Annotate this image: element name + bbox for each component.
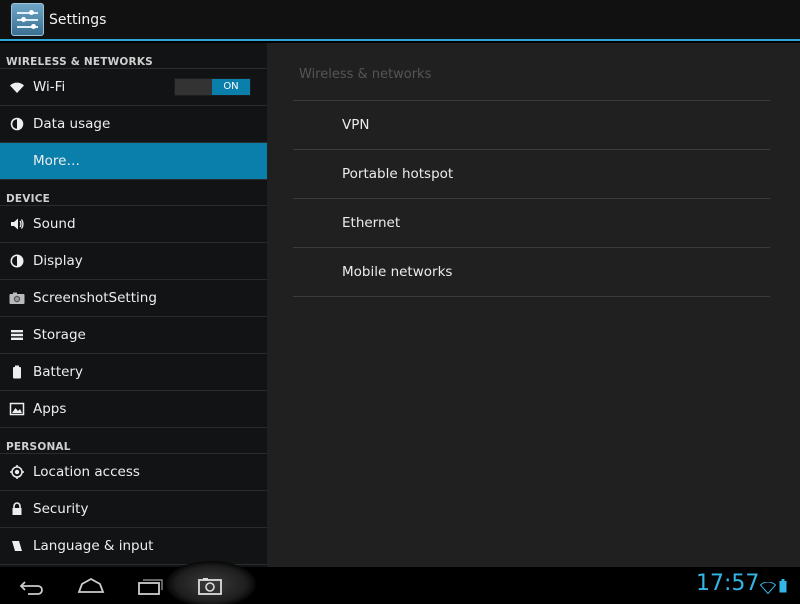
sidebar-item-label: Wi-Fi bbox=[33, 79, 66, 95]
clock: 17:57 bbox=[696, 571, 760, 596]
content-section-header: Wireless & networks bbox=[299, 67, 432, 82]
sidebar-item-data-usage[interactable]: Data usage bbox=[0, 106, 267, 143]
sidebar-item-label: Language & input bbox=[33, 538, 154, 554]
home-icon[interactable] bbox=[74, 567, 108, 604]
page-title: Settings bbox=[49, 11, 107, 28]
action-bar: Settings bbox=[0, 0, 800, 41]
sidebar-item-label: Battery bbox=[33, 364, 83, 380]
sidebar-item-label: Data usage bbox=[33, 116, 111, 132]
list-item-ethernet[interactable]: Ethernet bbox=[293, 199, 770, 248]
storage-icon bbox=[0, 317, 33, 354]
sidebar-item-storage[interactable]: Storage bbox=[0, 317, 267, 354]
sidebar-item-label: Location access bbox=[33, 464, 140, 480]
sidebar-item-label: Apps bbox=[33, 401, 67, 417]
wifi-status-icon bbox=[759, 579, 777, 598]
data-usage-icon bbox=[0, 106, 33, 143]
settings-app-icon[interactable] bbox=[11, 3, 44, 36]
sidebar-item-label: Sound bbox=[33, 216, 76, 232]
wifi-toggle-state: ON bbox=[212, 79, 250, 95]
back-icon[interactable] bbox=[14, 567, 48, 604]
content-pane: Wireless & networks VPN Portable hotspot… bbox=[267, 43, 800, 567]
battery-status-icon bbox=[779, 578, 787, 597]
list-item-vpn[interactable]: VPN bbox=[293, 101, 770, 150]
sidebar-item-more[interactable]: More… bbox=[0, 143, 267, 180]
sidebar-item-location-access[interactable]: Location access bbox=[0, 454, 267, 491]
recent-apps-icon[interactable] bbox=[134, 567, 168, 604]
sidebar-item-screenshot-setting[interactable]: ScreenshotSetting bbox=[0, 280, 267, 317]
section-header-wireless: WIRELESS & NETWORKS bbox=[0, 43, 267, 69]
location-icon bbox=[0, 454, 33, 491]
sidebar-item-wifi[interactable]: Wi-Fi ON bbox=[0, 69, 267, 106]
sidebar-item-label: ScreenshotSetting bbox=[33, 290, 157, 306]
settings-list: VPN Portable hotspot Ethernet Mobile net… bbox=[293, 100, 770, 297]
sound-icon bbox=[0, 206, 33, 243]
sidebar-item-apps[interactable]: Apps bbox=[0, 391, 267, 428]
sidebar-item-label: More… bbox=[33, 153, 80, 169]
settings-sidebar: WIRELESS & NETWORKS Wi-Fi ON Data usage … bbox=[0, 43, 267, 567]
sidebar-item-label: Display bbox=[33, 253, 83, 269]
navigation-bar: 17:57 bbox=[0, 561, 800, 604]
sidebar-item-battery[interactable]: Battery bbox=[0, 354, 267, 391]
list-item-mobile-networks[interactable]: Mobile networks bbox=[293, 248, 770, 297]
sidebar-item-label: Security bbox=[33, 501, 89, 517]
display-icon bbox=[0, 243, 33, 280]
battery-icon bbox=[0, 354, 33, 391]
list-item-portable-hotspot[interactable]: Portable hotspot bbox=[293, 150, 770, 199]
apps-icon bbox=[0, 391, 33, 428]
sidebar-item-security[interactable]: Security bbox=[0, 491, 267, 528]
sidebar-item-display[interactable]: Display bbox=[0, 243, 267, 280]
wifi-toggle[interactable]: ON bbox=[174, 78, 251, 96]
section-header-device: DEVICE bbox=[0, 180, 267, 206]
section-header-personal: PERSONAL bbox=[0, 428, 267, 454]
lock-icon bbox=[0, 491, 33, 528]
language-icon bbox=[0, 528, 33, 565]
wifi-icon bbox=[0, 69, 33, 106]
sidebar-item-label: Storage bbox=[33, 327, 86, 343]
sidebar-item-sound[interactable]: Sound bbox=[0, 206, 267, 243]
camera-icon bbox=[0, 280, 33, 317]
screenshot-icon[interactable] bbox=[194, 567, 226, 604]
sidebar-item-language-input[interactable]: Language & input bbox=[0, 528, 267, 565]
